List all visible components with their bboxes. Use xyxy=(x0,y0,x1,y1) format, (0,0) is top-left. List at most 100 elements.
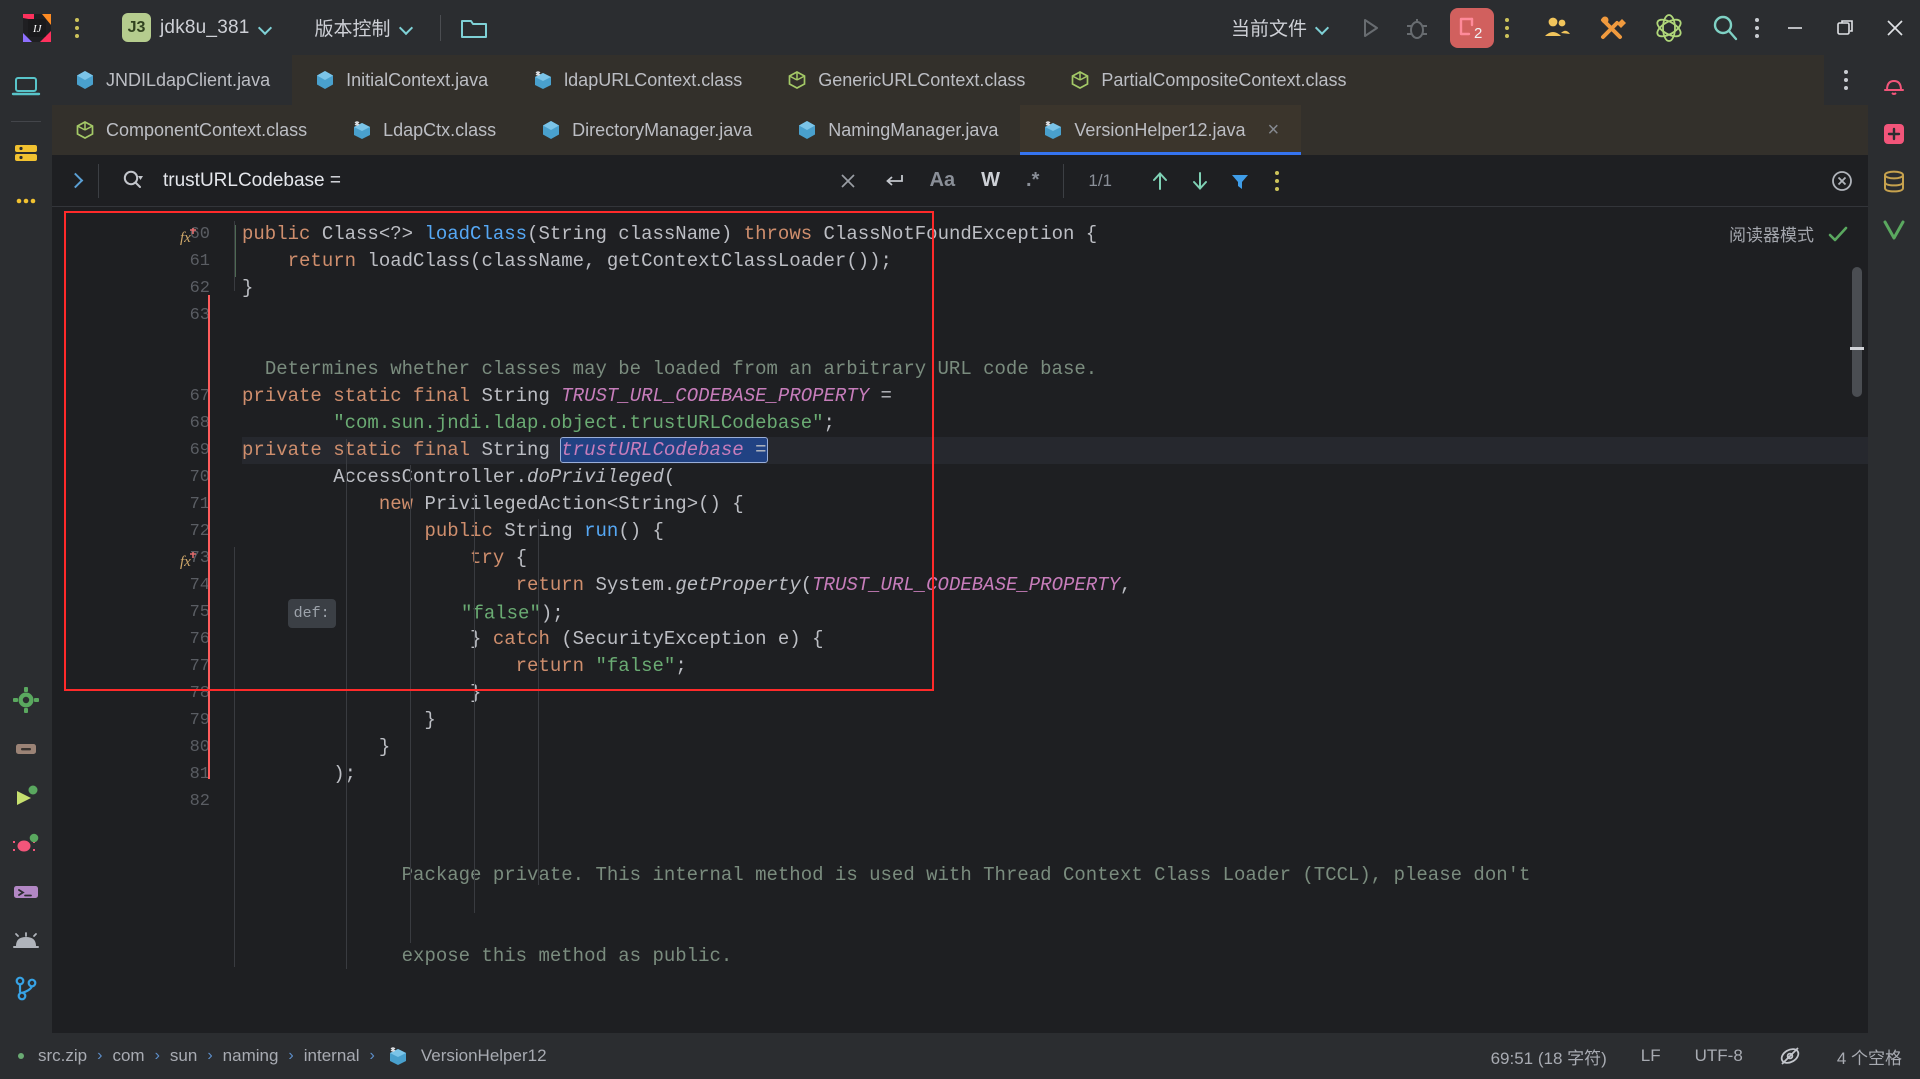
code-line[interactable]: private static final String TRUST_URL_CO… xyxy=(242,383,1868,410)
inspections-off-icon[interactable] xyxy=(1777,1043,1803,1069)
editor-tab[interactable]: PartialCompositeContext.class xyxy=(1047,55,1368,105)
editor-tab-active[interactable]: VersionHelper12.java × xyxy=(1020,105,1301,155)
run-triangle-icon[interactable] xyxy=(1352,11,1386,45)
code-line[interactable]: return loadClass(className, getContextCl… xyxy=(242,248,1868,275)
code-line[interactable]: return System.getProperty(TRUST_URL_CODE… xyxy=(242,572,1868,599)
indent-setting[interactable]: 4 个空格 xyxy=(1837,1044,1902,1069)
folder-icon[interactable] xyxy=(459,13,489,43)
filter-funnel-icon[interactable] xyxy=(1224,165,1256,197)
editor-tab[interactable]: ldapURLContext.class xyxy=(510,55,764,105)
whole-words-toggle[interactable]: W xyxy=(975,169,1006,192)
services-bell-icon[interactable] xyxy=(9,923,43,957)
settings-menu-button[interactable] xyxy=(1744,13,1770,43)
editor-tab[interactable]: GenericURLContext.class xyxy=(764,55,1047,105)
code-line[interactable] xyxy=(242,788,1868,815)
editor-tab[interactable]: NamingManager.java xyxy=(774,105,1020,155)
debug-bug-icon[interactable] xyxy=(1400,11,1434,45)
method-marker-icon[interactable]: fx xyxy=(178,225,200,247)
line-separator[interactable]: LF xyxy=(1641,1046,1661,1066)
code-line[interactable]: def: "false"); xyxy=(242,599,1868,626)
code-line[interactable]: } catch (SecurityException e) { xyxy=(242,626,1868,653)
breadcrumb-item-1[interactable]: com xyxy=(112,1046,144,1066)
chevron-right-icon[interactable] xyxy=(52,175,98,186)
caret-position[interactable]: 69:51 (18 字符) xyxy=(1491,1044,1607,1069)
hammer-wrench-icon[interactable] xyxy=(1594,9,1632,47)
breadcrumb-item-4[interactable]: internal xyxy=(304,1046,360,1066)
vim-v-icon[interactable] xyxy=(1877,213,1911,247)
project-tool-window-icon[interactable] xyxy=(9,69,43,103)
editor-tab[interactable]: InitialContext.java xyxy=(292,55,510,105)
code-line[interactable]: } xyxy=(242,275,1868,302)
code-with-me-users-icon[interactable] xyxy=(1538,9,1576,47)
magnifier-dropdown-icon[interactable] xyxy=(117,165,149,197)
database-layers-icon[interactable] xyxy=(1877,165,1911,199)
run-configuration-selector[interactable]: 当前文件 xyxy=(1223,10,1338,45)
gear-icon[interactable] xyxy=(9,683,43,717)
build-hammer-icon[interactable] xyxy=(9,731,43,765)
inlay-hint[interactable]: def: xyxy=(288,599,336,628)
regex-toggle[interactable]: .* xyxy=(1020,169,1045,192)
terminal-tool-window-icon[interactable] xyxy=(9,875,43,909)
vcs-widget[interactable]: 版本控制 xyxy=(307,10,422,45)
code-line[interactable] xyxy=(242,302,1868,329)
code-line[interactable]: } xyxy=(242,734,1868,761)
tab-close-icon[interactable]: × xyxy=(1267,120,1279,140)
code-line-current[interactable]: private static final String trustURLCode… xyxy=(242,437,1868,464)
editor-tab[interactable]: JNDILdapClient.java xyxy=(52,55,292,105)
bell-icon[interactable] xyxy=(1877,69,1911,103)
search-options-button[interactable] xyxy=(1264,166,1290,196)
code-line[interactable] xyxy=(242,329,1868,356)
enter-return-icon[interactable] xyxy=(878,165,910,197)
code-line-doc[interactable]: Package private. This internal method is… xyxy=(242,835,1868,916)
code-line[interactable]: } xyxy=(242,680,1868,707)
match-case-toggle[interactable]: Aa xyxy=(924,169,962,192)
breadcrumb-item-3[interactable]: naming xyxy=(223,1046,279,1066)
project-widget[interactable]: J3 jdk8u_381 xyxy=(114,9,281,46)
search-field-wrapper[interactable]: trustURLCodebase = Aa W .* xyxy=(99,165,1063,197)
code-editor[interactable]: 60 61 62 63 67 68 69 70 71 72 73 74 75 7… xyxy=(52,207,1868,1033)
editor-tab[interactable]: LdapCtx.class xyxy=(329,105,518,155)
find-next-icon[interactable] xyxy=(1184,165,1216,197)
git-branch-icon[interactable] xyxy=(9,971,43,1005)
method-marker-icon[interactable]: fx xyxy=(178,549,200,571)
code-content[interactable]: public Class<?> loadClass(String classNa… xyxy=(220,207,1868,1033)
checkmark-ok-icon[interactable] xyxy=(1826,222,1850,246)
code-line[interactable]: AccessController.doPrivileged( xyxy=(242,464,1868,491)
code-line[interactable]: public Class<?> loadClass(String classNa… xyxy=(242,221,1868,248)
window-minimize-button[interactable] xyxy=(1770,0,1820,55)
code-line[interactable]: "com.sun.jndi.ldap.object.trustURLCodeba… xyxy=(242,410,1868,437)
code-line[interactable]: return "false"; xyxy=(242,653,1868,680)
breadcrumb-item-2[interactable]: sun xyxy=(170,1046,197,1066)
code-line[interactable]: new PrivilegedAction<String>() { xyxy=(242,491,1868,518)
editor-gutter[interactable]: 60 61 62 63 67 68 69 70 71 72 73 74 75 7… xyxy=(52,207,220,1033)
more-actions-button[interactable] xyxy=(1494,13,1520,43)
find-previous-icon[interactable] xyxy=(1144,165,1176,197)
breadcrumb-item-5[interactable]: VersionHelper12 xyxy=(421,1046,547,1066)
run-tool-window-icon[interactable] xyxy=(9,779,43,813)
search-input[interactable]: trustURLCodebase = xyxy=(163,170,341,192)
breadcrumb-item-0[interactable]: src.zip xyxy=(38,1046,87,1066)
code-line[interactable]: } xyxy=(242,707,1868,734)
database-tool-window-icon[interactable] xyxy=(9,136,43,170)
code-line[interactable]: ); xyxy=(242,761,1868,788)
editor-scrollbar-thumb[interactable] xyxy=(1852,267,1862,397)
close-search-icon[interactable] xyxy=(1826,165,1858,197)
debug-tool-window-icon[interactable] xyxy=(9,827,43,861)
code-line[interactable]: try { xyxy=(242,545,1868,572)
editor-tab[interactable]: DirectoryManager.java xyxy=(518,105,774,155)
problems-badge[interactable]: 2 xyxy=(1450,8,1494,48)
code-line-doc[interactable]: Determines whether classes may be loaded… xyxy=(242,356,1868,383)
code-line-doc[interactable]: expose this method as public. xyxy=(242,916,1868,997)
reader-mode-widget[interactable]: 阅读器模式 xyxy=(1729,207,1868,246)
file-encoding[interactable]: UTF-8 xyxy=(1695,1046,1743,1066)
tab-overflow-button[interactable] xyxy=(1824,55,1868,105)
window-close-button[interactable] xyxy=(1870,0,1920,55)
plus-square-icon[interactable] xyxy=(1877,117,1911,151)
main-menu-button[interactable] xyxy=(64,13,90,43)
search-everywhere-icon[interactable] xyxy=(1706,9,1744,47)
editor-tab[interactable]: ComponentContext.class xyxy=(52,105,329,155)
ai-atom-icon[interactable] xyxy=(1650,9,1688,47)
clear-search-icon[interactable] xyxy=(832,165,864,197)
window-maximize-button[interactable] xyxy=(1820,0,1870,55)
more-tool-windows-icon[interactable] xyxy=(9,184,43,218)
